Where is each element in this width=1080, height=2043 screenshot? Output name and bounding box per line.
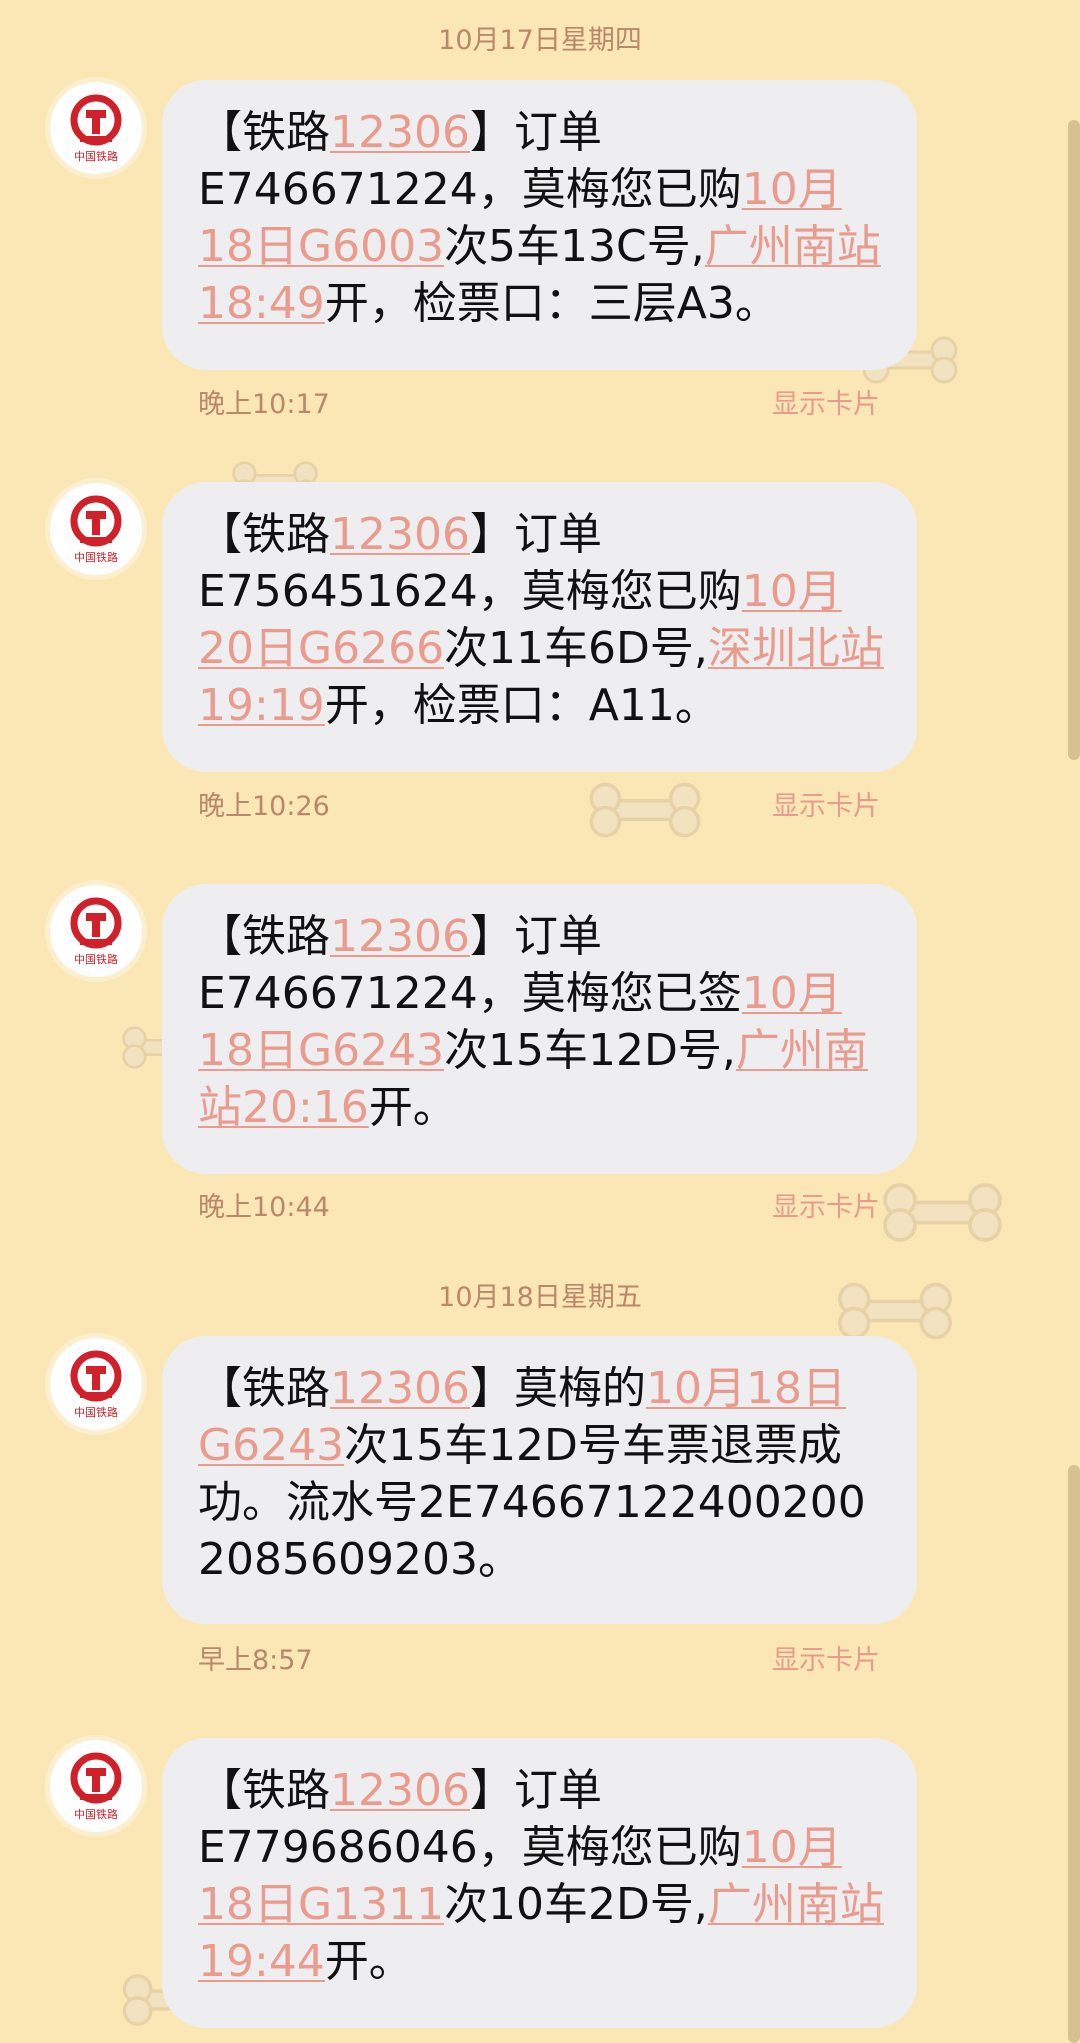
date-separator: 10月17日星期四 — [438, 25, 642, 56]
show-card-button[interactable]: 显示卡片 — [772, 1638, 880, 1677]
message-bubble[interactable]: 【铁路12306】订单E756451624，莫梅您已购10月20日G6266次1… — [162, 482, 917, 772]
svg-text:中国铁路: 中国铁路 — [74, 1406, 118, 1419]
china-railway-logo-icon: 中国铁路 — [70, 94, 122, 163]
show-card-button[interactable]: 显示卡片 — [772, 784, 880, 823]
sender-avatar[interactable]: 中国铁路 — [50, 82, 142, 174]
sender-avatar[interactable]: 中国铁路 — [50, 1740, 142, 1832]
message-bubble[interactable]: 【铁路12306】订单E746671224，莫梅您已购10月18日G6003次5… — [162, 80, 917, 370]
link-12306[interactable]: 12306 — [330, 509, 470, 560]
china-railway-logo-icon: 中国铁路 — [70, 495, 122, 564]
svg-text:中国铁路: 中国铁路 — [74, 953, 118, 966]
message-time: 早上8:57 — [198, 1645, 313, 1676]
bone-decoration — [589, 782, 701, 838]
link-12306[interactable]: 12306 — [330, 1765, 470, 1816]
scrollbar-lower[interactable] — [1068, 1465, 1080, 2043]
message-time: 晚上10:44 — [198, 1192, 330, 1223]
link-12306[interactable]: 12306 — [330, 107, 470, 158]
link-12306[interactable]: 12306 — [330, 1363, 470, 1414]
message-bubble[interactable]: 【铁路12306】订单E746671224，莫梅您已签10月18日G6243次1… — [162, 884, 917, 1174]
china-railway-logo-icon: 中国铁路 — [70, 1752, 122, 1821]
svg-text:中国铁路: 中国铁路 — [74, 551, 118, 564]
svg-text:中国铁路: 中国铁路 — [74, 150, 118, 163]
message-bubble[interactable]: 【铁路12306】莫梅的10月18日G6243次15车12D号车票退票成功。流水… — [162, 1336, 917, 1624]
show-card-button[interactable]: 显示卡片 — [772, 1185, 880, 1224]
svg-text:中国铁路: 中国铁路 — [74, 1808, 118, 1821]
sender-avatar[interactable]: 中国铁路 — [50, 885, 142, 977]
sender-avatar[interactable]: 中国铁路 — [50, 483, 142, 575]
sender-avatar[interactable]: 中国铁路 — [50, 1338, 142, 1430]
message-time: 晚上10:17 — [198, 389, 330, 420]
date-separator: 10月18日星期五 — [438, 1282, 642, 1313]
message-time: 晚上10:26 — [198, 791, 330, 822]
show-card-button[interactable]: 显示卡片 — [772, 382, 880, 421]
bone-decoration — [883, 1183, 1002, 1242]
china-railway-logo-icon: 中国铁路 — [70, 1350, 122, 1419]
message-bubble[interactable]: 【铁路12306】订单E779686046，莫梅您已购10月18日G1311次1… — [162, 1738, 917, 2028]
scrollbar[interactable] — [1068, 120, 1080, 760]
link-12306[interactable]: 12306 — [330, 911, 470, 962]
china-railway-logo-icon: 中国铁路 — [70, 897, 122, 966]
